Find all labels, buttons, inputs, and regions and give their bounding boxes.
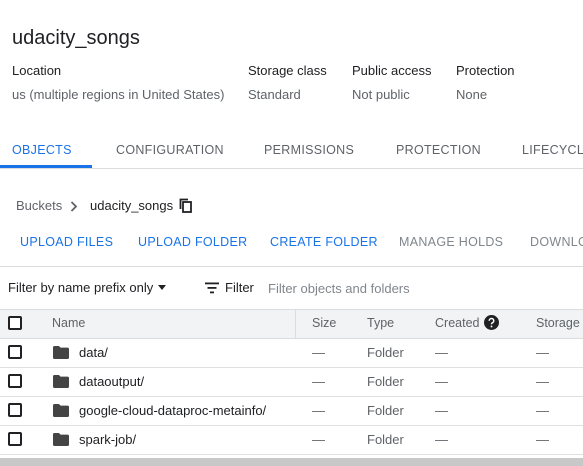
create-folder-button[interactable]: CREATE FOLDER <box>270 235 378 249</box>
breadcrumb-current: udacity_songs <box>90 198 174 213</box>
column-resize-handle[interactable] <box>295 309 296 338</box>
storage-class-label: Storage class <box>248 63 327 78</box>
row-name-link[interactable]: google-cloud-dataproc-metainfo/ <box>79 403 266 418</box>
row-storage-class: — <box>536 374 549 389</box>
tab-protection[interactable]: PROTECTION <box>396 143 481 157</box>
row-created: — <box>435 432 448 447</box>
filter-mode-dropdown[interactable]: Filter by name prefix only <box>8 280 153 295</box>
row-name-link[interactable]: dataoutput/ <box>79 374 144 389</box>
location-label: Location <box>12 63 62 78</box>
chevron-right-icon <box>70 201 78 212</box>
filter-divider <box>0 266 583 267</box>
filter-label[interactable]: Filter <box>225 280 254 295</box>
tab-configuration[interactable]: CONFIGURATION <box>116 143 224 157</box>
row-name-link[interactable]: data/ <box>79 345 108 360</box>
row-storage-class: — <box>536 432 549 447</box>
help-icon[interactable] <box>484 315 499 330</box>
manage-holds-button[interactable]: MANAGE HOLDS <box>399 235 503 249</box>
row-size: — <box>312 432 325 447</box>
row-type: Folder <box>367 403 404 418</box>
row-checkbox[interactable] <box>8 345 22 359</box>
horizontal-scrollbar[interactable] <box>0 458 583 466</box>
column-header-size[interactable]: Size <box>312 316 336 330</box>
public-access-label: Public access <box>352 63 432 78</box>
column-header-created[interactable]: Created <box>435 316 479 330</box>
row-name-link[interactable]: spark-job/ <box>79 432 136 447</box>
row-created: — <box>435 345 448 360</box>
breadcrumb-buckets-link[interactable]: Buckets <box>16 198 62 213</box>
folder-icon <box>53 404 69 417</box>
row-size: — <box>312 403 325 418</box>
folder-icon <box>53 433 69 446</box>
tabs-divider <box>0 168 583 169</box>
upload-files-button[interactable]: UPLOAD FILES <box>20 235 113 249</box>
column-header-name[interactable]: Name <box>52 316 85 330</box>
row-checkbox[interactable] <box>8 403 22 417</box>
row-size: — <box>312 374 325 389</box>
row-created: — <box>435 403 448 418</box>
tab-permissions[interactable]: PERMISSIONS <box>264 143 354 157</box>
row-size: — <box>312 345 325 360</box>
bucket-title: udacity_songs <box>12 27 140 49</box>
row-created: — <box>435 374 448 389</box>
copy-icon[interactable] <box>179 198 193 214</box>
column-header-type[interactable]: Type <box>367 316 394 330</box>
row-type: Folder <box>367 432 404 447</box>
folder-icon <box>53 346 69 359</box>
column-header-storage-class[interactable]: Storage class <box>536 316 583 330</box>
filter-icon[interactable] <box>205 282 219 294</box>
row-type: Folder <box>367 345 404 360</box>
row-checkbox[interactable] <box>8 432 22 446</box>
dropdown-arrow-icon[interactable] <box>158 285 166 290</box>
location-value: us (multiple regions in United States) <box>12 87 225 102</box>
filter-input[interactable] <box>268 278 578 298</box>
tab-lifecycle[interactable]: LIFECYCLE <box>522 143 583 157</box>
public-access-value: Not public <box>352 87 410 102</box>
protection-value: None <box>456 87 488 102</box>
tab-objects[interactable]: OBJECTS <box>12 143 72 157</box>
select-all-checkbox[interactable] <box>8 316 22 330</box>
upload-folder-button[interactable]: UPLOAD FOLDER <box>138 235 247 249</box>
protection-label: Protection <box>456 63 515 78</box>
row-checkbox[interactable] <box>8 374 22 388</box>
download-button[interactable]: DOWNLOAD <box>530 235 583 249</box>
storage-class-value: Standard <box>248 87 301 102</box>
row-storage-class: — <box>536 403 549 418</box>
row-type: Folder <box>367 374 404 389</box>
row-storage-class: — <box>536 345 549 360</box>
folder-icon <box>53 375 69 388</box>
